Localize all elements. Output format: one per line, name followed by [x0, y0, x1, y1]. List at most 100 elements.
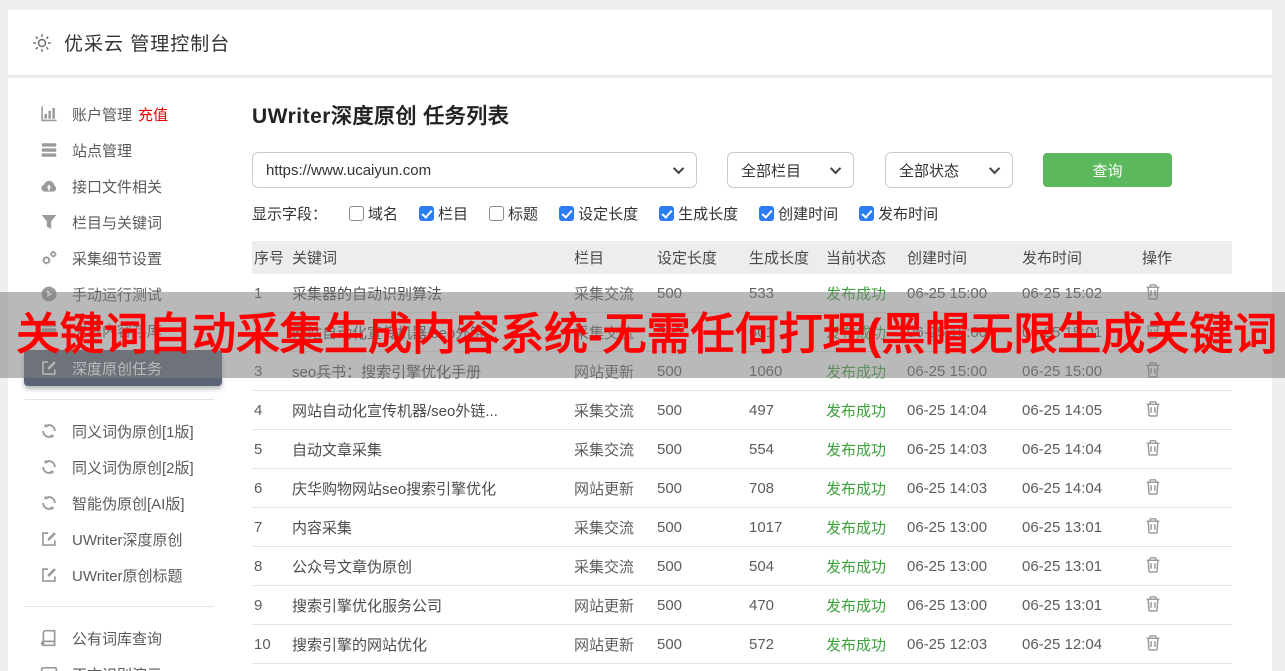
sidebar-item[interactable]: 接口文件相关 — [8, 168, 232, 204]
page-title: UWriter深度原创 任务列表 — [252, 105, 510, 128]
pencil-icon — [40, 566, 58, 584]
status-select[interactable]: 全部状态 — [885, 152, 1013, 188]
cell-actions — [1140, 398, 1232, 423]
sidebar-item[interactable]: UWriter深度原创 — [8, 521, 232, 557]
field-checkbox[interactable]: 发布时间 — [859, 203, 938, 224]
field-checkbox[interactable]: 域名 — [349, 203, 398, 224]
sidebar-item[interactable]: 栏目与关键词 — [8, 204, 232, 240]
cell-ctime: 06-25 13:00 — [907, 518, 988, 536]
sidebar-item[interactable]: 同义词伪原创[1版] — [8, 413, 232, 449]
cell-actions — [1140, 632, 1232, 657]
sidebar-item-label: 采集细节设置 — [72, 250, 163, 268]
checkbox-checked-icon — [759, 206, 775, 221]
sidebar-item-label: UWriter原创标题 — [72, 567, 183, 585]
delete-button[interactable] — [1142, 437, 1164, 462]
trash-icon — [1144, 517, 1162, 538]
cell-cat: 网站更新 — [574, 480, 635, 498]
field-checkbox-label: 生成长度 — [678, 206, 739, 223]
cell-genlen: 470 — [749, 596, 775, 614]
cell-seq: 9 — [254, 596, 263, 614]
cell-kw: 自动文章采集 — [292, 441, 383, 459]
cell-cat: 采集交流 — [574, 519, 635, 537]
cell-seq: 7 — [254, 518, 263, 536]
field-checkbox[interactable]: 栏目 — [419, 203, 468, 224]
server-icon — [40, 141, 58, 159]
gears-icon — [40, 249, 58, 267]
search-button[interactable]: 查询 — [1043, 153, 1172, 187]
column-header: 关键词 — [292, 250, 338, 267]
delete-button[interactable] — [1142, 632, 1164, 657]
cell-ptime: 06-25 13:01 — [1022, 596, 1103, 614]
checkbox-checked-icon — [859, 206, 875, 221]
book-icon — [40, 629, 58, 647]
sidebar-item-label: 账户管理 — [72, 106, 133, 124]
chevron-down-icon — [988, 162, 1001, 175]
field-checkbox[interactable]: 设定长度 — [559, 203, 638, 224]
cell-ctime: 06-25 13:00 — [907, 557, 988, 575]
cell-genlen: 1017 — [749, 518, 783, 536]
cell-kw: 搜索引擎的网站优化 — [292, 636, 428, 654]
delete-button[interactable] — [1142, 476, 1164, 501]
cell-ctime: 06-25 13:00 — [907, 596, 988, 614]
cell-seq: 10 — [254, 635, 271, 653]
table-row: 9 搜索引擎优化服务公司 网站更新 500 470 发布成功 06-25 13:00 06-2… — [252, 586, 1232, 625]
column-header: 序号 — [254, 250, 285, 267]
sidebar-item[interactable]: 采集细节设置 — [8, 240, 232, 276]
sidebar-item-label: 同义词伪原创[2版] — [72, 459, 194, 477]
sidebar-item[interactable]: 公有词库查询 — [8, 620, 232, 656]
checkbox-checked-icon — [559, 206, 575, 221]
overlay-banner: 关键词自动采集生成内容系统-无需任何打理(黑帽无限生成关键词 — [0, 292, 1285, 378]
delete-button[interactable] — [1142, 593, 1164, 618]
cell-actions — [1140, 437, 1232, 462]
cell-actions — [1140, 593, 1232, 618]
chevron-down-icon — [829, 162, 842, 175]
sidebar-item[interactable]: 站点管理 — [8, 132, 232, 168]
refresh-icon — [40, 458, 58, 476]
cell-seq: 5 — [254, 440, 263, 458]
category-select[interactable]: 全部栏目 — [727, 152, 854, 188]
delete-button[interactable] — [1142, 515, 1164, 540]
overlay-banner-text: 关键词自动采集生成内容系统-无需任何打理(黑帽无限生成关键词 — [16, 310, 1278, 359]
cell-ptime: 06-25 13:01 — [1022, 557, 1103, 575]
sidebar-item[interactable]: 正文识别演示 — [8, 656, 232, 671]
sidebar-item-label: 同义词伪原创[1版] — [72, 423, 194, 441]
sidebar-item-label: 接口文件相关 — [72, 178, 163, 196]
refresh-icon — [40, 494, 58, 512]
delete-button[interactable] — [1142, 398, 1164, 423]
field-checkbox[interactable]: 生成长度 — [659, 203, 738, 224]
trash-icon — [1144, 634, 1162, 655]
field-checkbox[interactable]: 标题 — [489, 203, 538, 224]
sidebar-item[interactable]: 智能伪原创[AI版] — [8, 485, 232, 521]
cell-setlen: 500 — [657, 635, 683, 653]
sidebar-item[interactable]: UWriter原创标题 — [8, 557, 232, 593]
column-header: 当前状态 — [826, 250, 887, 267]
cell-cat: 采集交流 — [574, 402, 635, 420]
cell-ctime: 06-25 14:03 — [907, 479, 988, 497]
cell-actions — [1140, 554, 1232, 579]
column-header: 栏目 — [574, 250, 605, 267]
checkbox-checked-icon — [419, 206, 435, 221]
cell-setlen: 500 — [657, 479, 683, 497]
field-checkbox[interactable]: 创建时间 — [759, 203, 838, 224]
cell-cat: 采集交流 — [574, 558, 635, 576]
cell-seq: 4 — [254, 401, 263, 419]
delete-button[interactable] — [1142, 554, 1164, 579]
cell-ptime: 06-25 14:04 — [1022, 440, 1103, 458]
category-select-value: 全部栏目 — [741, 162, 802, 180]
cell-status: 发布成功 — [826, 519, 887, 537]
checkbox-unchecked-icon — [349, 206, 365, 221]
cell-genlen: 572 — [749, 635, 775, 653]
filter-row: https://www.ucaiyun.com 全部栏目 全部状态 查询 — [252, 152, 1272, 188]
column-header: 发布时间 — [1022, 250, 1083, 267]
site-select[interactable]: https://www.ucaiyun.com — [252, 152, 697, 188]
cell-ptime: 06-25 14:05 — [1022, 401, 1103, 419]
app-title: 优采云 管理控制台 — [64, 34, 231, 55]
sidebar-item-label: 公有词库查询 — [72, 630, 163, 648]
sidebar-item[interactable]: 账户管理 充值 — [8, 96, 232, 132]
cell-genlen: 504 — [749, 557, 775, 575]
sidebar-item[interactable]: 同义词伪原创[2版] — [8, 449, 232, 485]
recharge-badge[interactable]: 充值 — [138, 104, 168, 125]
table-row: 6 庆华购物网站seo搜索引擎优化 网站更新 500 708 发布成功 06-25 14:0… — [252, 469, 1232, 508]
sidebar-item-label: 栏目与关键词 — [72, 214, 163, 232]
sidebar-item-label: 站点管理 — [72, 142, 133, 160]
